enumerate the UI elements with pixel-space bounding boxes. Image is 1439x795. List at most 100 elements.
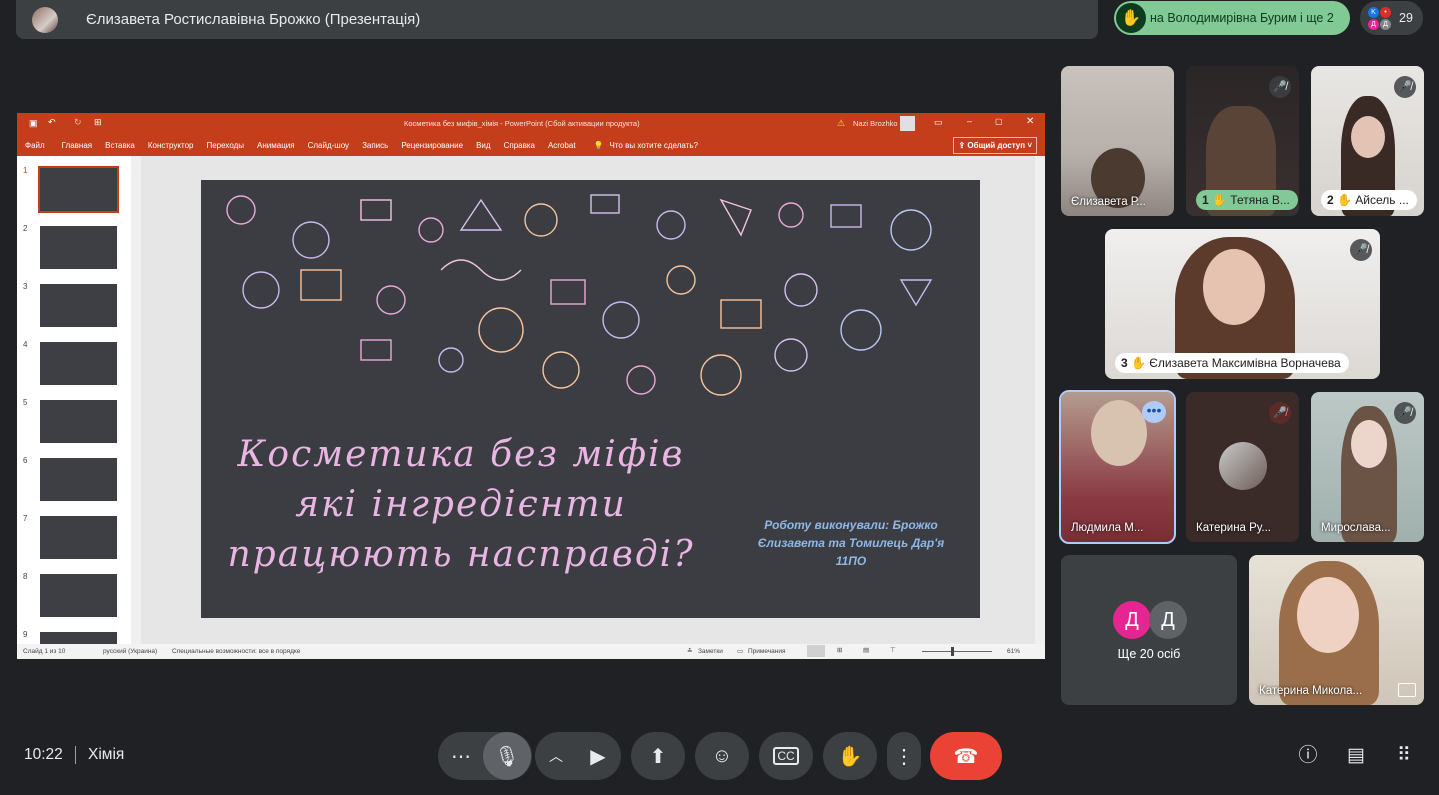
slideshow-view-icon[interactable]: ⊤ [890,646,896,654]
raised-hand-icon: ✋ [1116,3,1146,33]
slide-thumbnails-pane: 1 2 3 4 5 6 7 8 9 [17,156,141,644]
mini-avatar: K [1368,7,1379,18]
language-status[interactable]: русский (Украина) [103,648,157,655]
save-icon[interactable]: ▣ [29,118,38,129]
accessibility-status[interactable]: Специальные возможности: все в порядке [172,648,300,655]
participant-name: Тетяна В... [1230,193,1290,207]
tab-insert[interactable]: Вставка [105,141,135,150]
reading-view-icon[interactable]: ▤ [863,646,869,654]
ppt-window-title: Косметика без мифів_хімія - PowerPoint (… [404,119,640,128]
divider [75,746,76,764]
redo-icon[interactable]: ↻ [74,117,82,128]
camera-icon[interactable]: ▶ [576,744,620,769]
more-options-icon[interactable]: ••• [1142,401,1166,423]
participant-tile[interactable]: 🎤̸ Катерина Ру... [1186,392,1299,542]
participant-tile[interactable]: ••• Людмила М... [1059,390,1176,544]
slide-scrollbar[interactable] [1035,156,1045,644]
more-options-button[interactable]: ⋮ [887,732,921,780]
slide-thumbnail[interactable] [40,574,117,617]
tab-file[interactable]: Файл [25,141,45,150]
tab-transitions[interactable]: Переходы [206,141,244,150]
slide-thumbnail[interactable] [40,458,117,501]
reactions-button[interactable]: ☺ [695,732,749,780]
comments-button[interactable]: Примечания [748,648,786,655]
ppt-ribbon-tabs: Файл Главная Вставка Конструктор Переход… [17,134,1045,156]
notes-icon: ≛ [687,648,693,655]
zoom-level[interactable]: 61% [1007,648,1020,655]
normal-view-icon[interactable] [807,645,825,657]
slide-thumbnail[interactable] [40,400,117,443]
share-button-label: Общий доступ [967,141,1026,150]
participant-face [1297,577,1359,653]
raised-hands-chip[interactable]: ✋ на Володимирівна Бурим і ще 2 [1114,1,1350,35]
chevron-up-icon[interactable]: ︿ [536,746,576,766]
chat-icon[interactable]: ▤ [1344,744,1368,768]
tab-help[interactable]: Справка [504,141,535,150]
activities-icon[interactable]: ⠿ [1392,744,1416,768]
tab-home[interactable]: Главная [62,141,92,150]
slide-title: Косметика без міфів які інгредієнти прац… [201,430,721,580]
comments-icon: ▭ [737,648,744,655]
thumb-number: 6 [23,456,28,465]
tell-me-search[interactable]: Что вы хотите сделать? [610,141,698,150]
hang-up-icon: ☎ [953,745,979,768]
ribbon-display-icon[interactable]: ▭ [934,117,943,128]
slide-title-line: Косметика без міфів [237,434,685,475]
leave-call-button[interactable]: ☎ [930,732,1002,780]
tab-design[interactable]: Конструктор [148,141,194,150]
thumb-number: 3 [23,282,28,291]
slide-title-line: працюють насправді? [227,534,695,575]
participant-count: 29 [1399,11,1413,25]
slide-thumbnail[interactable] [40,342,117,385]
participant-tile[interactable]: Катерина Микола... [1249,555,1424,705]
slide-thumbnail[interactable] [38,166,119,213]
slide-title-line: які інгредієнти [295,484,627,525]
more-audio-options-icon[interactable]: ⋯ [439,744,483,769]
participant-tile[interactable]: Єлизавета Р... [1061,66,1174,216]
thumbs-scrollbar[interactable] [131,156,141,644]
zoom-slider[interactable] [922,651,992,652]
present-screen-button[interactable]: ⬆ [631,732,685,780]
tab-review[interactable]: Рецензирование [401,141,463,150]
participant-tile[interactable]: 🎤̸ 1 ✋ Тетяна В... [1186,66,1299,216]
share-button[interactable]: ⇪ Общий доступ ˅ [953,137,1037,154]
presenter-name: Єлизавета Ростиславівна Брожко (Презента… [86,11,421,28]
raise-hand-button[interactable]: ✋ [823,732,877,780]
tab-animations[interactable]: Анимация [257,141,295,150]
info-icon[interactable]: ⓘ [1296,744,1320,768]
raised-hand-badge: 1 ✋ Тетяна В... [1196,190,1298,210]
ppt-title-bar: ▣ ↶ ↻ ⊞ Косметика без мифів_хімія - Powe… [17,113,1045,134]
tab-view[interactable]: Вид [476,141,490,150]
maximize-icon[interactable]: ▢ [995,117,1003,126]
captions-icon: CC [773,747,799,765]
slide-thumbnail[interactable] [40,226,117,269]
slide-thumbnail[interactable] [40,284,117,327]
thumb-number: 7 [23,514,28,523]
participant-tile[interactable]: 🎤̸ Мирослава... [1311,392,1424,542]
raised-hand-badge: 3 ✋ Єлизавета Максимівна Ворначева [1115,353,1349,373]
undo-icon[interactable]: ↶ [48,117,56,128]
tab-acrobat[interactable]: Acrobat [548,141,576,150]
mic-off-icon: 🎤̸ [1269,76,1291,98]
others-tile[interactable]: Д Д Ще 20 осіб [1061,555,1237,705]
tab-record[interactable]: Запись [362,141,388,150]
slide-thumbnail[interactable] [40,632,117,644]
avatar [1219,442,1267,490]
avatar: Д [1113,601,1151,639]
close-icon[interactable]: ✕ [1026,116,1034,127]
pip-icon[interactable] [1398,683,1416,697]
slideshow-icon[interactable]: ⊞ [94,117,102,128]
participant-tile[interactable]: 🎤̸ 2 ✋ Айсель ... [1311,66,1424,216]
microphone-icon[interactable]: 🎙 [483,732,531,780]
tab-slideshow[interactable]: Слайд-шоу [308,141,349,150]
captions-button[interactable]: CC [759,732,813,780]
minimize-icon[interactable]: – [967,116,972,126]
hand-icon: ✋ [837,745,863,768]
slide-thumbnail[interactable] [40,516,117,559]
notes-button[interactable]: Заметки [698,648,723,655]
zoom-slider-thumb[interactable] [951,647,954,656]
participant-tile[interactable]: 🎤̸ 3 ✋ Єлизавета Максимівна Ворначева [1105,229,1380,379]
sorter-view-icon[interactable]: ⊞ [837,646,842,654]
people-chip[interactable]: K • Д Д 29 [1360,1,1423,35]
clock: 10:22 [24,746,63,763]
